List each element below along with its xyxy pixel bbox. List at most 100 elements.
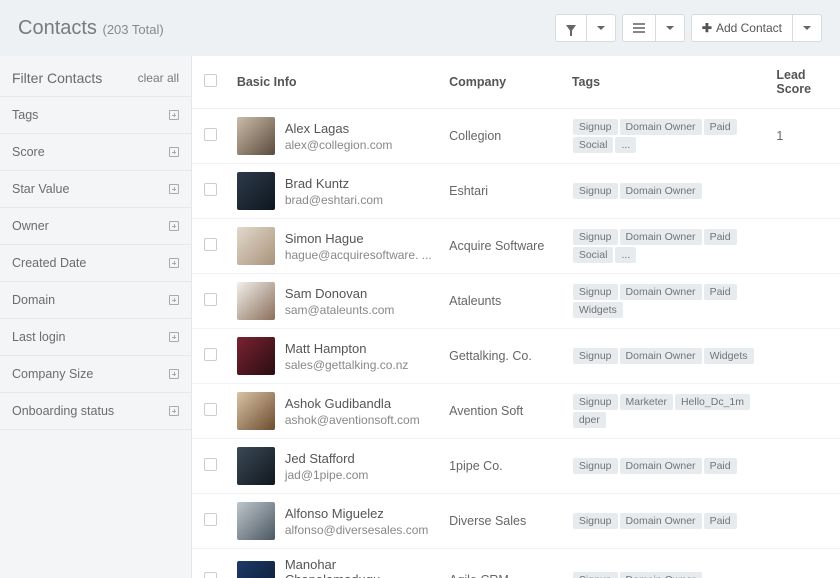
contact-tags: SignupDomain OwnerPaid: [564, 494, 769, 549]
contact-tags: SignupDomain OwnerPaid Social...: [564, 109, 769, 164]
contact-lead-score: [768, 164, 840, 219]
filter-item[interactable]: Domain: [0, 281, 191, 318]
avatar: [237, 502, 275, 540]
tag[interactable]: Marketer: [620, 394, 673, 410]
row-checkbox[interactable]: [204, 293, 217, 306]
contact-tags: SignupDomain Owner: [564, 164, 769, 219]
tag[interactable]: Domain Owner: [620, 284, 702, 300]
filter-item[interactable]: Score: [0, 133, 191, 170]
filter-item-label: Owner: [12, 219, 49, 233]
contact-tags: SignupDomain OwnerPaid Social...: [564, 219, 769, 274]
tag[interactable]: Signup: [573, 394, 618, 410]
contact-email: ashok@aventionsoft.com: [285, 413, 420, 427]
tag[interactable]: Domain Owner: [620, 458, 702, 474]
table-row[interactable]: Manohar Chapalamadugumanohar@agilecrm.co…: [192, 549, 840, 578]
filter-item-label: Domain: [12, 293, 55, 307]
contact-lead-score: [768, 494, 840, 549]
expand-icon: [169, 110, 179, 120]
tag[interactable]: Signup: [573, 119, 618, 135]
row-checkbox[interactable]: [204, 238, 217, 251]
tag[interactable]: Social: [573, 137, 614, 153]
tag[interactable]: Paid: [704, 284, 737, 300]
contact-name: Alex Lagas: [285, 121, 393, 136]
filter-item-label: Onboarding status: [12, 404, 114, 418]
filter-item-label: Star Value: [12, 182, 69, 196]
table-row[interactable]: Alex Lagasalex@collegion.comCollegionSig…: [192, 109, 840, 164]
table-row[interactable]: Matt Hamptonsales@gettalking.co.nzGettal…: [192, 329, 840, 384]
column-header-checkbox: [192, 56, 229, 109]
tag[interactable]: Paid: [704, 513, 737, 529]
tag[interactable]: Paid: [704, 229, 737, 245]
row-checkbox[interactable]: [204, 403, 217, 416]
filter-item[interactable]: Last login: [0, 318, 191, 355]
tag[interactable]: Domain Owner: [620, 348, 702, 364]
row-checkbox[interactable]: [204, 183, 217, 196]
column-header-basic[interactable]: Basic Info: [229, 56, 441, 109]
table-row[interactable]: Simon Haguehague@acquiresoftware. ...Acq…: [192, 219, 840, 274]
list-view-button[interactable]: [622, 14, 656, 42]
tag[interactable]: Domain Owner: [620, 119, 702, 135]
tag[interactable]: Paid: [704, 119, 737, 135]
tag[interactable]: Domain Owner: [620, 229, 702, 245]
tag[interactable]: Signup: [573, 183, 618, 199]
row-checkbox[interactable]: [204, 348, 217, 361]
contact-company: Collegion: [441, 109, 564, 164]
tag[interactable]: Domain Owner: [620, 183, 702, 199]
filter-item[interactable]: Company Size: [0, 355, 191, 392]
tag[interactable]: Signup: [573, 284, 618, 300]
filter-item[interactable]: Owner: [0, 207, 191, 244]
row-checkbox[interactable]: [204, 572, 217, 578]
table-row[interactable]: Sam Donovansam@ataleunts.comAtaleuntsSig…: [192, 274, 840, 329]
tag[interactable]: Widgets: [573, 302, 623, 318]
contact-tags: SignupDomain OwnerWidgets: [564, 329, 769, 384]
tag[interactable]: Social: [573, 247, 614, 263]
table-row[interactable]: Ashok Gudibandlaashok@aventionsoft.comAv…: [192, 384, 840, 439]
add-contact-button[interactable]: ✚ Add Contact: [691, 14, 793, 42]
tag[interactable]: Hello_Dc_1m: [675, 394, 750, 410]
view-dropdown-button[interactable]: [656, 14, 685, 42]
column-header-score[interactable]: Lead Score: [768, 56, 840, 109]
column-header-tags[interactable]: Tags: [564, 56, 769, 109]
tag[interactable]: dper: [573, 412, 606, 428]
avatar: [237, 172, 275, 210]
tag[interactable]: Signup: [573, 458, 618, 474]
filter-dropdown-button[interactable]: [587, 14, 616, 42]
add-contact-dropdown-button[interactable]: [793, 14, 822, 42]
filter-item[interactable]: Tags: [0, 96, 191, 133]
avatar: [237, 447, 275, 485]
contact-company: Ataleunts: [441, 274, 564, 329]
expand-icon: [169, 295, 179, 305]
filter-item[interactable]: Onboarding status: [0, 392, 191, 430]
tag[interactable]: Signup: [573, 348, 618, 364]
tag[interactable]: Domain Owner: [620, 513, 702, 529]
header-actions: ✚ Add Contact: [555, 14, 822, 42]
contact-name: Alfonso Miguelez: [285, 506, 429, 521]
row-checkbox[interactable]: [204, 458, 217, 471]
tag[interactable]: Paid: [704, 458, 737, 474]
contact-tags: SignupMarketerHello_Dc_1mdper: [564, 384, 769, 439]
select-all-checkbox[interactable]: [204, 74, 217, 87]
row-checkbox[interactable]: [204, 128, 217, 141]
plus-icon: ✚: [702, 21, 712, 35]
expand-icon: [169, 369, 179, 379]
tag[interactable]: Domain Owner: [620, 572, 702, 578]
filter-item[interactable]: Star Value: [0, 170, 191, 207]
clear-all-link[interactable]: clear all: [138, 71, 179, 85]
tag[interactable]: Signup: [573, 572, 618, 578]
contact-email: alfonso@diversesales.com: [285, 523, 429, 537]
column-header-company[interactable]: Company: [441, 56, 564, 109]
table-row[interactable]: Alfonso Miguelez alfonso@diversesales.com…: [192, 494, 840, 549]
tag[interactable]: Signup: [573, 513, 618, 529]
row-checkbox[interactable]: [204, 513, 217, 526]
filter-item-label: Score: [12, 145, 45, 159]
tag[interactable]: Widgets: [704, 348, 754, 364]
table-row[interactable]: Jed Staffordjad@1pipe.com1pipe Co.Signup…: [192, 439, 840, 494]
tag[interactable]: ...: [615, 137, 636, 153]
table-row[interactable]: Brad Kuntzbrad@eshtari.comEshtariSignupD…: [192, 164, 840, 219]
filter-button[interactable]: [555, 14, 587, 42]
tag[interactable]: ...: [615, 247, 636, 263]
page-header: Contacts (203 Total) ✚ Add Contact: [0, 0, 840, 56]
expand-icon: [169, 332, 179, 342]
filter-item[interactable]: Created Date: [0, 244, 191, 281]
tag[interactable]: Signup: [573, 229, 618, 245]
